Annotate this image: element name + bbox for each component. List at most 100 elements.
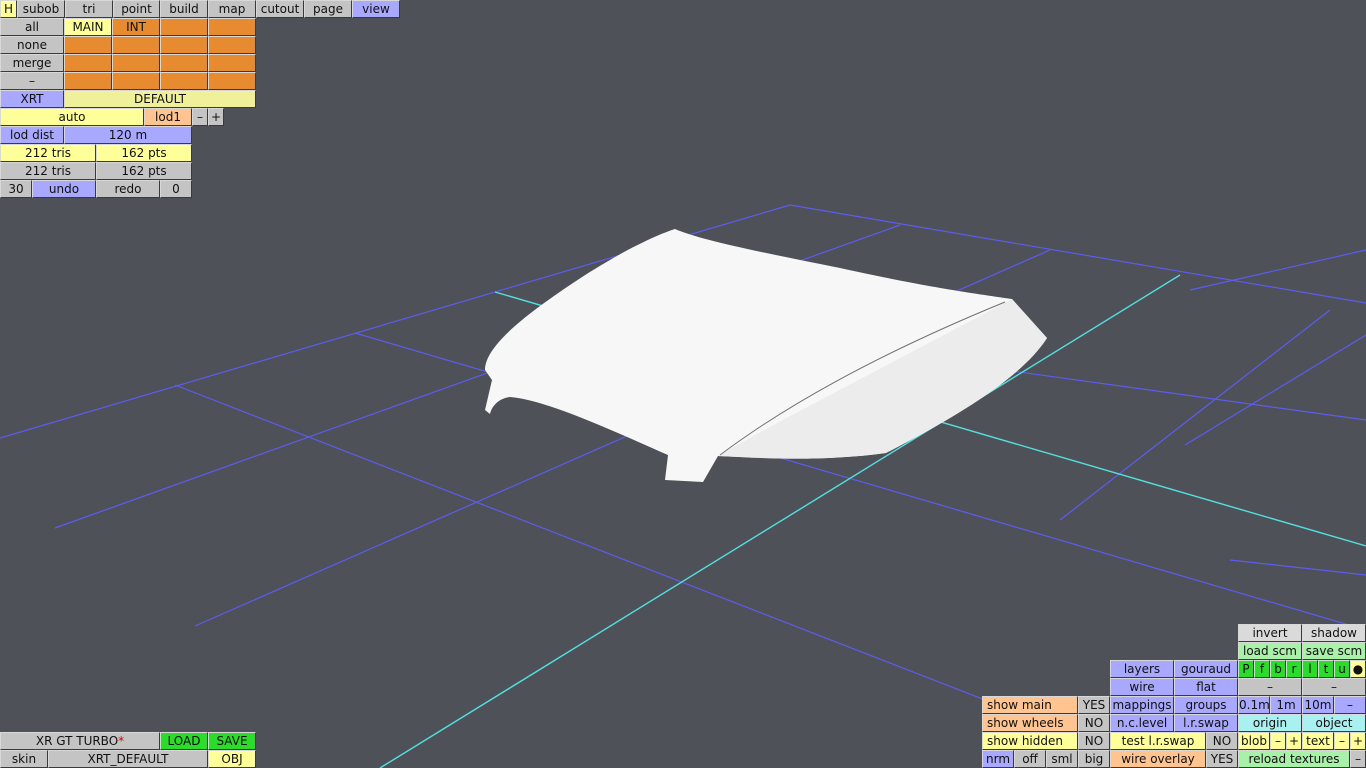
select-all-button[interactable]: all [0, 18, 64, 36]
show-hidden-value[interactable]: NO [1078, 732, 1110, 750]
nc-level-button[interactable]: n.c.level [1110, 714, 1174, 732]
view-key-dot[interactable]: ● [1350, 660, 1366, 678]
shadow-button[interactable]: shadow [1302, 624, 1366, 642]
flat-button[interactable]: flat [1174, 678, 1238, 696]
blob-button[interactable]: blob [1238, 732, 1270, 750]
sml-button[interactable]: sml [1046, 750, 1078, 768]
wire-overlay-button[interactable]: wire overlay [1110, 750, 1206, 768]
lod-plus-button[interactable]: + [208, 108, 224, 126]
pts-count-total: 162 pts [96, 162, 192, 180]
text-minus-button[interactable]: – [1334, 732, 1350, 750]
object-button[interactable]: object [1302, 714, 1366, 732]
menu-tri[interactable]: tri [65, 0, 113, 18]
layer-slot[interactable] [160, 54, 208, 72]
grid-1m-button[interactable]: 1m [1270, 696, 1302, 714]
view-key-l[interactable]: l [1302, 660, 1318, 678]
layer-slot[interactable] [208, 72, 256, 90]
layer-main[interactable]: MAIN [64, 18, 112, 36]
car-name-button[interactable]: XR GT TURBO* [0, 732, 160, 750]
lod-auto-button[interactable]: auto [0, 108, 144, 126]
merge-button[interactable]: merge [0, 54, 64, 72]
reload-textures-button[interactable]: reload textures [1238, 750, 1350, 768]
text-plus-button[interactable]: + [1350, 732, 1366, 750]
redo-button[interactable]: redo [96, 180, 160, 198]
grid-0-1m-button[interactable]: 0.1m [1238, 696, 1270, 714]
grid-off-button[interactable]: – [1334, 696, 1366, 714]
menu-map[interactable]: map [208, 0, 256, 18]
modified-marker: * [118, 734, 125, 748]
layer-slot[interactable] [64, 36, 112, 54]
layer-slot[interactable] [208, 36, 256, 54]
wire-overlay-value[interactable]: YES [1206, 750, 1238, 768]
obj-button[interactable]: OBJ [208, 750, 256, 768]
view-key-u[interactable]: u [1334, 660, 1350, 678]
layer-slot[interactable] [112, 72, 160, 90]
show-main-value[interactable]: YES [1078, 696, 1110, 714]
show-wheels-button[interactable]: show wheels [982, 714, 1078, 732]
lr-swap-button[interactable]: l.r.swap [1174, 714, 1238, 732]
grid-10m-button[interactable]: 10m [1302, 696, 1334, 714]
tris-count-selected: 212 tris [0, 144, 96, 162]
layer-slot[interactable] [112, 54, 160, 72]
show-hidden-button[interactable]: show hidden [982, 732, 1078, 750]
invert-button[interactable]: invert [1238, 624, 1302, 642]
dash-button[interactable]: – [1238, 678, 1302, 696]
layer-slot[interactable] [208, 54, 256, 72]
wire-button[interactable]: wire [1110, 678, 1174, 696]
layers-button[interactable]: layers [1110, 660, 1174, 678]
view-key-b[interactable]: b [1270, 660, 1286, 678]
menu-cutout[interactable]: cutout [256, 0, 304, 18]
test-lr-swap-button[interactable]: test l.r.swap [1110, 732, 1206, 750]
show-main-button[interactable]: show main [982, 696, 1078, 714]
layer-slot[interactable] [64, 54, 112, 72]
layer-slot[interactable] [160, 18, 208, 36]
layer-slot[interactable] [160, 36, 208, 54]
layer-slot[interactable] [208, 18, 256, 36]
skin-button[interactable]: skin [0, 750, 48, 768]
lod-minus-button[interactable]: – [192, 108, 208, 126]
redo-count: 0 [160, 180, 192, 198]
load-scm-button[interactable]: load scm [1238, 642, 1302, 660]
menu-build[interactable]: build [160, 0, 208, 18]
nrm-button[interactable]: nrm [982, 750, 1014, 768]
menu-page[interactable]: page [304, 0, 352, 18]
lod1-button[interactable]: lod1 [144, 108, 192, 126]
save-button[interactable]: SAVE [208, 732, 256, 750]
reload-textures-dash[interactable]: – [1350, 750, 1366, 768]
origin-button[interactable]: origin [1238, 714, 1302, 732]
view-key-p[interactable]: P [1238, 660, 1254, 678]
view-key-t[interactable]: t [1318, 660, 1334, 678]
car-hood-mesh [485, 229, 1047, 482]
layer-int[interactable]: INT [112, 18, 160, 36]
view-key-f[interactable]: f [1254, 660, 1270, 678]
test-lr-swap-value[interactable]: NO [1206, 732, 1238, 750]
menu-h[interactable]: H [0, 0, 17, 18]
pts-count-selected: 162 pts [96, 144, 192, 162]
lod-dist-value[interactable]: 120 m [64, 126, 192, 144]
text-button[interactable]: text [1302, 732, 1334, 750]
gouraud-button[interactable]: gouraud [1174, 660, 1238, 678]
default-config-button[interactable]: DEFAULT [64, 90, 256, 108]
groups-button[interactable]: groups [1174, 696, 1238, 714]
big-button[interactable]: big [1078, 750, 1110, 768]
layer-slot[interactable] [112, 36, 160, 54]
blob-plus-button[interactable]: + [1286, 732, 1302, 750]
undo-button[interactable]: undo [32, 180, 96, 198]
blob-minus-button[interactable]: – [1270, 732, 1286, 750]
save-scm-button[interactable]: save scm [1302, 642, 1366, 660]
menu-point[interactable]: point [113, 0, 160, 18]
menu-view[interactable]: view [352, 0, 400, 18]
layer-slot[interactable] [64, 72, 112, 90]
off-button[interactable]: off [1014, 750, 1046, 768]
view-key-r[interactable]: r [1286, 660, 1302, 678]
xrt-button[interactable]: XRT [0, 90, 64, 108]
dash-button[interactable]: – [0, 72, 64, 90]
menu-subob[interactable]: subob [17, 0, 65, 18]
mappings-button[interactable]: mappings [1110, 696, 1174, 714]
dash-button[interactable]: – [1302, 678, 1366, 696]
layer-slot[interactable] [160, 72, 208, 90]
show-wheels-value[interactable]: NO [1078, 714, 1110, 732]
load-button[interactable]: LOAD [160, 732, 208, 750]
select-none-button[interactable]: none [0, 36, 64, 54]
skin-name-button[interactable]: XRT_DEFAULT [48, 750, 208, 768]
